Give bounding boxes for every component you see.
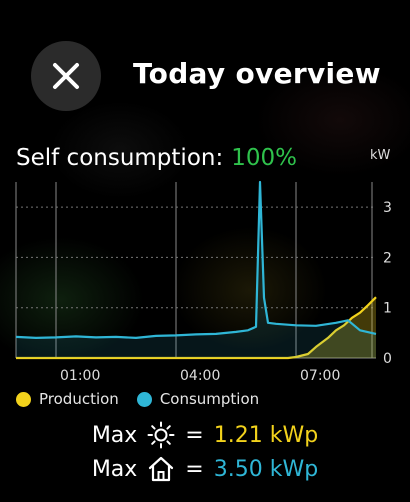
house-icon	[147, 455, 175, 483]
y-tick-label: 1	[383, 301, 392, 317]
y-tick-label: 0	[383, 351, 392, 367]
legend-production-label: Production	[39, 390, 119, 408]
y-tick-label: 2	[383, 250, 392, 266]
production-color-dot	[16, 391, 31, 407]
chart-legend: Production Consumption	[16, 390, 259, 408]
consumption-color-dot	[136, 391, 152, 407]
close-icon	[53, 63, 79, 89]
max-consumption-equals: =	[185, 456, 204, 482]
max-production-equals: =	[185, 422, 204, 448]
x-tick-label: 04:00	[180, 368, 220, 384]
max-consumption-value: 3.50 kWp	[213, 456, 319, 482]
legend-consumption-label: Consumption	[159, 390, 260, 408]
max-production-prefix: Max	[91, 422, 138, 448]
energy-chart-svg: 0 1 2 3 01:00 04:00 07:00	[15, 180, 392, 384]
max-consumption-row: Max = 3.50 kWp	[0, 455, 410, 483]
x-tick-label: 01:00	[60, 368, 100, 384]
y-axis-unit-label: kW	[370, 148, 391, 163]
page-title: Today overview	[133, 57, 381, 90]
self-consumption-row: Self consumption: 100%	[16, 145, 297, 171]
energy-chart: 0 1 2 3 01:00 04:00 07:00	[0, 170, 410, 385]
consumption-area	[16, 182, 376, 358]
close-button[interactable]	[31, 41, 101, 111]
max-production-value: 1.21 kWp	[213, 422, 319, 448]
sun-icon	[147, 421, 175, 449]
self-consumption-value: 100%	[231, 145, 297, 171]
y-tick-label: 3	[383, 200, 392, 216]
x-tick-label: 07:00	[300, 368, 340, 384]
self-consumption-label: Self consumption:	[16, 145, 224, 171]
consumption-series-line	[15, 180, 377, 339]
max-production-row: Max = 1.21 kWp	[0, 421, 410, 449]
max-consumption-prefix: Max	[91, 456, 138, 482]
legend-production: Production	[16, 390, 119, 408]
header: Today overview	[0, 0, 410, 140]
legend-consumption: Consumption	[136, 390, 260, 408]
